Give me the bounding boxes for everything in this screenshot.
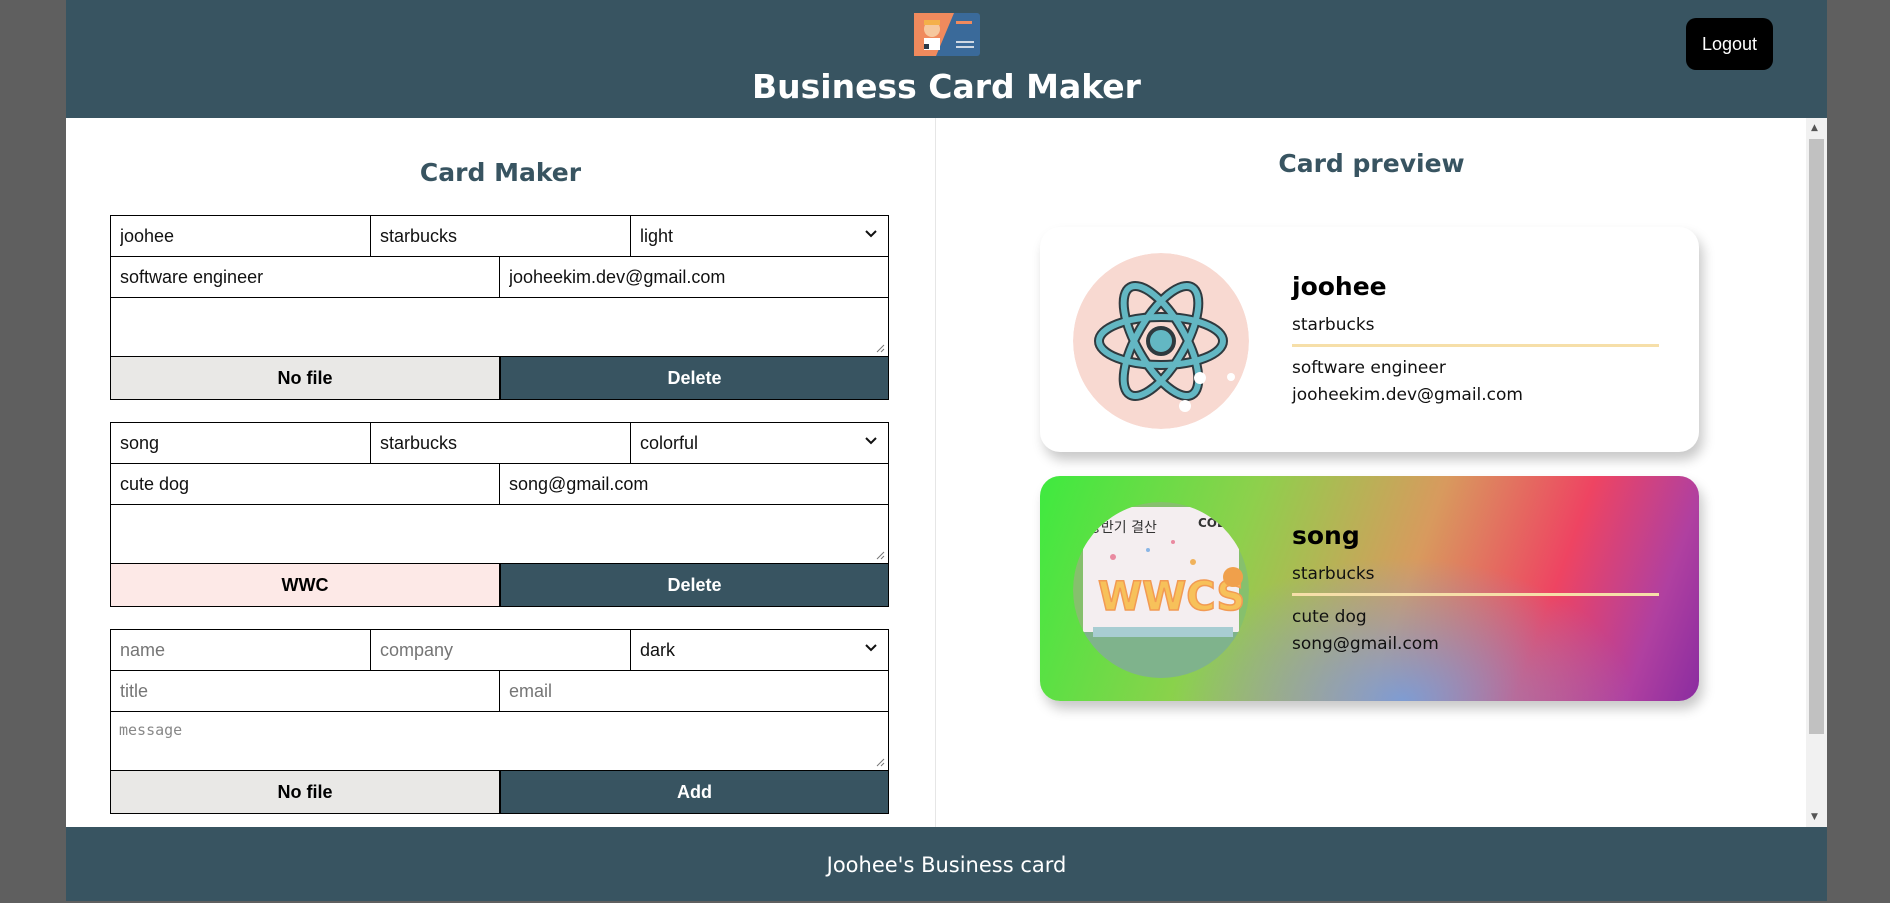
svg-text:CODE: CODE [1198, 516, 1235, 530]
preview-card: joohee starbucks software engineer joohe… [1040, 227, 1699, 452]
card-edit-form: light No file Delete [110, 215, 889, 400]
footer: Joohee's Business card [66, 827, 1827, 901]
resize-handle-icon[interactable] [876, 758, 885, 767]
preview-name: joohee [1292, 272, 1387, 301]
card-preview-title: Card preview [1278, 149, 1465, 178]
theme-select-value: colorful [640, 432, 699, 453]
wwcs-event-image-icon: 상반기 결산 CODE WWCS [1073, 502, 1249, 678]
react-logo-icon [1073, 253, 1249, 429]
message-textarea[interactable]: message [111, 712, 888, 771]
svg-text:상반기 결산: 상반기 결산 [1088, 520, 1157, 536]
preview-divider [1292, 344, 1659, 347]
preview-company: starbucks [1292, 315, 1375, 335]
company-input[interactable] [371, 216, 631, 256]
name-input[interactable] [111, 630, 371, 670]
delete-button[interactable]: Delete [501, 564, 888, 606]
chevron-down-icon [865, 644, 877, 652]
name-input[interactable] [111, 216, 371, 256]
preview-company: starbucks [1292, 564, 1375, 584]
chevron-down-icon [865, 437, 877, 445]
theme-select-value: light [640, 225, 674, 246]
company-input[interactable] [371, 423, 631, 463]
card-edit-form: colorful WWC Delete [110, 422, 889, 607]
preview-title: software engineer [1292, 358, 1446, 378]
theme-select[interactable]: light [631, 216, 888, 256]
message-textarea[interactable] [111, 505, 888, 564]
scroll-up-icon[interactable]: ▲ [1811, 123, 1818, 133]
message-textarea[interactable] [111, 298, 888, 357]
preview-email: song@gmail.com [1292, 634, 1439, 654]
add-button[interactable]: Add [501, 771, 888, 813]
svg-text:WWCS: WWCS [1098, 574, 1245, 620]
chevron-down-icon [865, 230, 877, 238]
company-input[interactable] [371, 630, 631, 670]
logout-button[interactable]: Logout [1686, 18, 1773, 70]
theme-select[interactable]: colorful [631, 423, 888, 463]
name-input[interactable] [111, 423, 371, 463]
title-input[interactable] [111, 257, 500, 297]
card-maker-title: Card Maker [419, 158, 582, 187]
file-upload-button[interactable]: WWC [111, 564, 501, 606]
vertical-scrollbar[interactable]: ▲ ▼ [1806, 118, 1827, 827]
message-placeholder: message [119, 721, 183, 739]
business-card-logo-icon [914, 13, 980, 56]
scroll-down-icon[interactable]: ▼ [1811, 812, 1818, 822]
preview-email: jooheekim.dev@gmail.com [1292, 385, 1523, 405]
card-add-form: dark message No file Add [110, 629, 889, 814]
avatar: 상반기 결산 CODE WWCS [1073, 502, 1249, 678]
theme-select-value: dark [640, 639, 676, 660]
resize-handle-icon[interactable] [876, 551, 885, 560]
preview-divider [1292, 593, 1659, 596]
email-input[interactable] [500, 464, 888, 504]
file-upload-button[interactable]: No file [111, 771, 501, 813]
card-maker-panel: Card Maker light No file Delete [66, 118, 936, 827]
scrollbar-thumb[interactable] [1809, 139, 1824, 734]
card-preview-panel: Card preview [936, 118, 1807, 827]
theme-select[interactable]: dark [631, 630, 888, 670]
avatar [1073, 253, 1249, 429]
preview-title: cute dog [1292, 607, 1367, 627]
delete-button[interactable]: Delete [501, 357, 888, 399]
email-input[interactable] [500, 257, 888, 297]
page-title: Business Card Maker [752, 67, 1141, 106]
app-window: Business Card Maker Logout Card Maker li… [66, 0, 1827, 901]
email-input[interactable] [500, 671, 888, 711]
header: Business Card Maker Logout [66, 0, 1827, 118]
preview-name: song [1292, 521, 1360, 550]
preview-card: 상반기 결산 CODE WWCS song starbucks cute dog… [1040, 476, 1699, 701]
file-upload-button[interactable]: No file [111, 357, 501, 399]
title-input[interactable] [111, 464, 500, 504]
title-input[interactable] [111, 671, 500, 711]
resize-handle-icon[interactable] [876, 344, 885, 353]
